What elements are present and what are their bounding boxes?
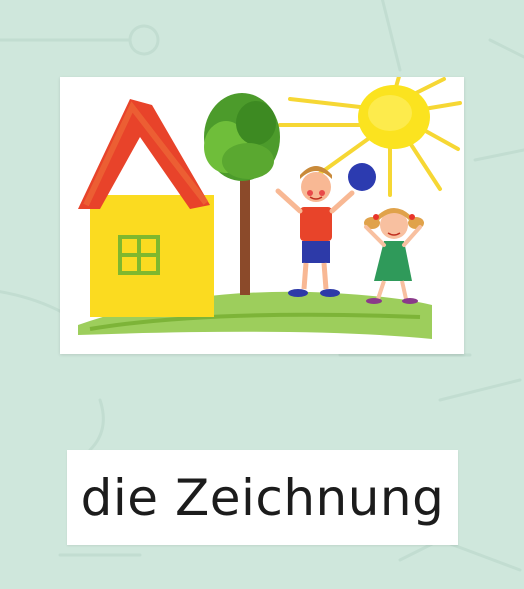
drawing-picture-card [60, 77, 464, 354]
house-drawing [78, 99, 214, 317]
tree-drawing [204, 93, 280, 295]
ball-icon [348, 163, 376, 191]
vocabulary-word: die Zeichnung [80, 468, 445, 527]
boy-drawing [275, 166, 355, 297]
girl-drawing [364, 208, 424, 304]
word-card: die Zeichnung [67, 450, 458, 545]
children-drawing-illustration [78, 77, 462, 339]
